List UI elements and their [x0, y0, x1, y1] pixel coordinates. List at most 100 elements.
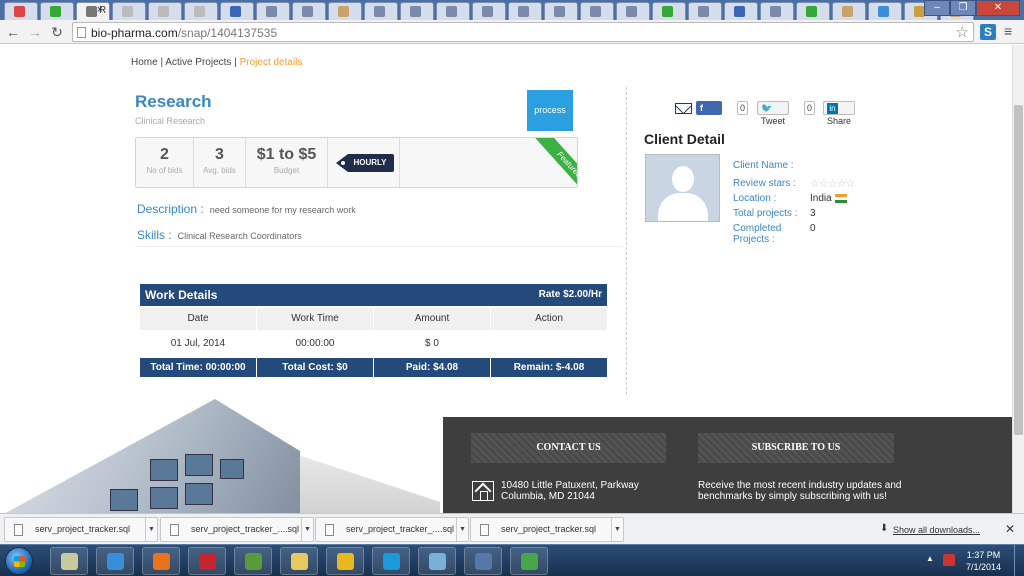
browser-tab[interactable] [400, 2, 434, 20]
page-scrollbar[interactable] [1012, 45, 1024, 513]
browser-tab[interactable] [148, 2, 182, 20]
chevron-down-icon[interactable]: ▼ [301, 518, 313, 541]
taskbar-app-button[interactable] [372, 547, 410, 575]
download-item[interactable]: serv_project_tracker.sql ▼ [470, 517, 624, 542]
extension-s-icon[interactable]: S [980, 24, 996, 40]
restore-button[interactable]: ❐ [950, 0, 976, 16]
download-item[interactable]: serv_project_tracker_....sql ▼ [315, 517, 469, 542]
description-label: Description : [137, 202, 204, 216]
tweet-button[interactable]: 🐦Tweet [757, 101, 790, 126]
app-icon [475, 553, 492, 570]
tab-favicon-icon [374, 6, 385, 17]
taskbar-app-button[interactable] [326, 547, 364, 575]
taskbar-app-button[interactable] [96, 547, 134, 575]
app-icon [521, 553, 538, 570]
total-remain: Remain: $-4.08 [491, 358, 607, 377]
address-bar[interactable]: bio-pharma.com/snap/1404137535 ☆ [72, 22, 974, 42]
tray-expand-icon[interactable]: ▲ [926, 554, 934, 563]
taskbar-app-button[interactable] [510, 547, 548, 575]
tab-favicon-icon [338, 6, 349, 17]
system-clock[interactable]: 1:37 PM 7/1/2014 [966, 549, 1001, 573]
taskbar-app-button[interactable] [280, 547, 318, 575]
browser-tab[interactable] [328, 2, 362, 20]
email-share-icon[interactable] [675, 103, 692, 114]
tab-favicon-icon [518, 6, 529, 17]
taskbar-app-button[interactable] [234, 547, 272, 575]
browser-tab[interactable] [832, 2, 866, 20]
home-icon [472, 481, 494, 501]
browser-tab[interactable] [4, 2, 38, 20]
divider [135, 246, 623, 247]
close-tab-icon[interactable]: × [97, 4, 103, 16]
app-icon [153, 553, 170, 570]
browser-tab[interactable] [292, 2, 326, 20]
tab-favicon-icon [806, 6, 817, 17]
browser-tab[interactable] [112, 2, 146, 20]
minimize-button[interactable]: – [924, 0, 950, 16]
tab-favicon-icon [662, 6, 673, 17]
taskbar-app-button[interactable] [418, 547, 456, 575]
windows-taskbar: ▲ 1:37 PM 7/1/2014 [0, 544, 1024, 576]
linkedin-share-button[interactable]: inShare [823, 101, 856, 126]
show-all-downloads-link[interactable]: Show all downloads... [893, 525, 980, 535]
app-icon [107, 553, 124, 570]
action-center-flag-icon[interactable] [943, 554, 955, 566]
browser-tab[interactable] [472, 2, 506, 20]
browser-tab[interactable] [688, 2, 722, 20]
tab-favicon-icon [590, 6, 601, 17]
browser-tab[interactable] [544, 2, 578, 20]
browser-tab[interactable] [724, 2, 758, 20]
browser-tab[interactable] [796, 2, 830, 20]
browser-tab[interactable] [616, 2, 650, 20]
table-cell: 01 Jul, 2014 [170, 338, 226, 349]
browser-tab[interactable] [40, 2, 74, 20]
featured-ribbon: Featured [526, 138, 577, 187]
app-icon [383, 553, 400, 570]
app-icon [291, 553, 308, 570]
work-details-table: Work Details Rate $2.00/Hr Date Work Tim… [140, 284, 607, 377]
browser-tab[interactable] [220, 2, 254, 20]
tab-favicon-icon [482, 6, 493, 17]
browser-tab[interactable] [256, 2, 290, 20]
reload-button[interactable]: ↻ [48, 23, 66, 41]
browser-tab[interactable] [508, 2, 542, 20]
show-desktop-button[interactable] [1014, 545, 1024, 576]
tab-favicon-icon [734, 6, 745, 17]
breadcrumb-active-projects[interactable]: Active Projects [165, 57, 231, 68]
forward-button[interactable]: → [26, 23, 44, 41]
menu-icon[interactable]: ≡ [1004, 24, 1018, 38]
taskbar-app-button[interactable] [142, 547, 180, 575]
browser-tab[interactable] [868, 2, 902, 20]
table-cell: $ 0 [425, 338, 439, 349]
building-image [0, 399, 443, 513]
download-item[interactable]: serv_project_tracker_....sql ▼ [160, 517, 314, 542]
taskbar-app-button[interactable] [464, 547, 502, 575]
skills-row: Skills : Clinical Research Coordinators [137, 228, 302, 242]
back-button[interactable]: ← [4, 23, 22, 41]
browser-tab[interactable] [184, 2, 218, 20]
browser-tab[interactable] [652, 2, 686, 20]
start-button[interactable] [5, 547, 33, 575]
taskbar-app-button[interactable] [188, 547, 226, 575]
chevron-down-icon[interactable]: ▼ [611, 518, 623, 541]
browser-tab[interactable] [580, 2, 614, 20]
tab-active[interactable]: R × [76, 2, 110, 20]
browser-tab[interactable] [364, 2, 398, 20]
close-window-button[interactable]: ✕ [976, 0, 1020, 16]
taskbar-app-button[interactable] [50, 547, 88, 575]
browser-tab[interactable] [436, 2, 470, 20]
chevron-down-icon[interactable]: ▼ [456, 518, 468, 541]
bookmark-star-icon[interactable]: ☆ [956, 23, 969, 41]
india-flag-icon [834, 193, 847, 203]
breadcrumb-home[interactable]: Home [131, 57, 158, 68]
facebook-like-button[interactable]: f Like [696, 101, 723, 126]
rate-label: Rate $2.00/Hr [538, 289, 602, 300]
close-downloads-icon[interactable]: ✕ [1005, 522, 1015, 536]
table-totals-row: Total Time: 00:00:00 Total Cost: $0 Paid… [140, 358, 607, 377]
browser-tab[interactable] [760, 2, 794, 20]
scrollbar-thumb[interactable] [1014, 105, 1023, 435]
app-icon [61, 553, 78, 570]
chevron-down-icon[interactable]: ▼ [145, 518, 157, 541]
site-footer: CONTACT US SUBSCRIBE TO US 10480 Little … [0, 399, 1012, 513]
download-item[interactable]: serv_project_tracker.sql ▼ [4, 517, 158, 542]
